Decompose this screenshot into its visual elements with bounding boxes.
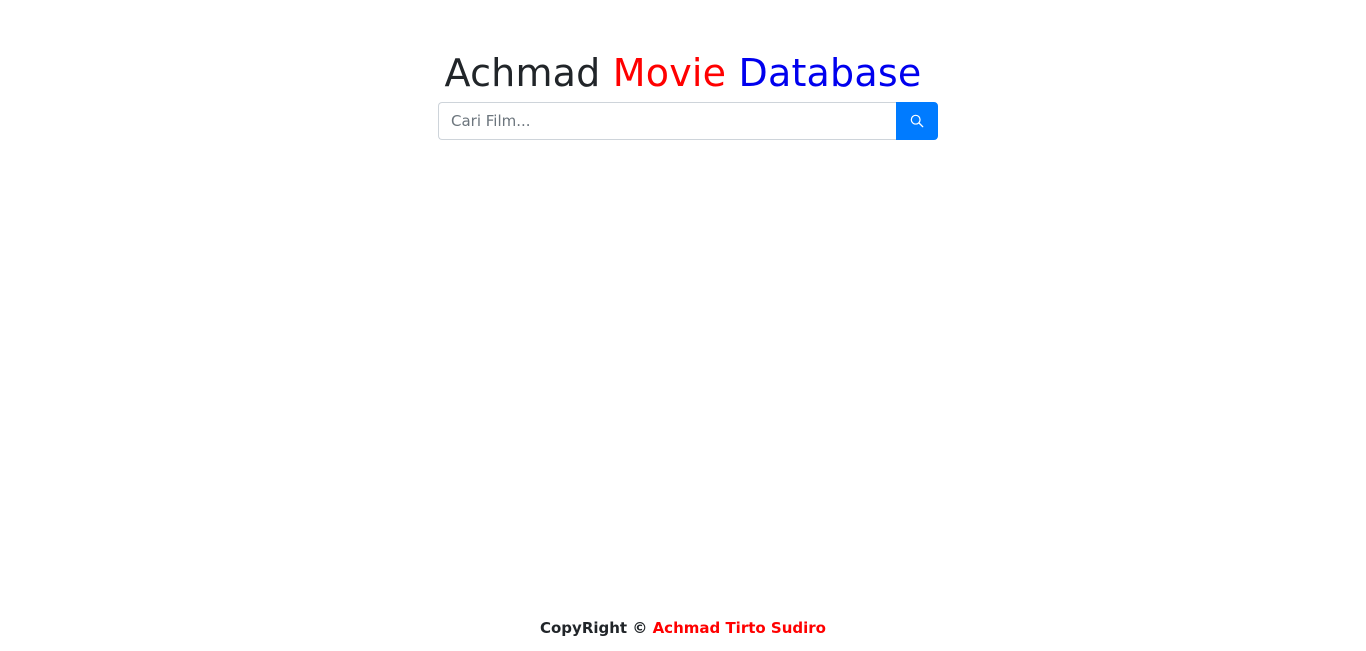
page: Achmad Movie Database CopyRight © Achmad… bbox=[0, 0, 1366, 651]
copyright-label: CopyRight © bbox=[539, 619, 648, 637]
page-title: Achmad Movie Database bbox=[0, 48, 1366, 98]
title-word-movie: Movie bbox=[612, 51, 727, 95]
search-bar bbox=[438, 102, 938, 140]
search-icon bbox=[910, 114, 924, 128]
footer-author: Achmad Tirto Sudiro bbox=[652, 619, 826, 637]
title-word-achmad: Achmad bbox=[444, 51, 601, 95]
title-word-database: Database bbox=[738, 51, 922, 95]
footer: CopyRight © Achmad Tirto Sudiro bbox=[0, 617, 1366, 639]
search-button[interactable] bbox=[896, 102, 938, 140]
search-input[interactable] bbox=[438, 102, 896, 140]
